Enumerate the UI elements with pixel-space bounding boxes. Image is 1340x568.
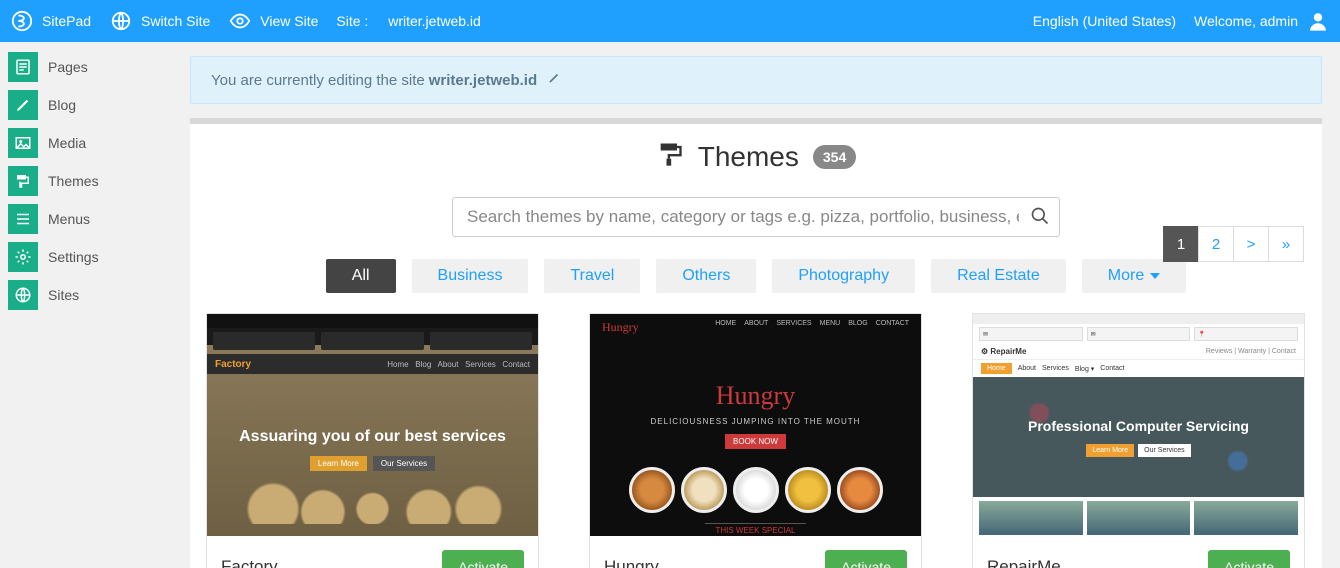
edit-site-icon[interactable] <box>547 71 561 89</box>
themes-icon <box>8 166 38 196</box>
language-selector[interactable]: English (United States) <box>1033 13 1176 29</box>
blog-icon <box>8 90 38 120</box>
notice-site: writer.jetweb.id <box>429 72 537 89</box>
activate-button[interactable]: Activate <box>825 550 907 568</box>
view-site-label: View Site <box>260 13 318 29</box>
theme-name: Hungry <box>604 557 659 568</box>
category-filters: All Business Travel Others Photography R… <box>190 259 1322 293</box>
brand-label: SitePad <box>42 13 91 29</box>
sidebar-label: Sites <box>48 287 79 303</box>
filter-realestate[interactable]: Real Estate <box>931 259 1066 293</box>
brand-link[interactable]: SitePad <box>10 9 91 33</box>
page-2[interactable]: 2 <box>1198 226 1234 262</box>
theme-preview: HungryHOMEABOUTSERVICESMENUBLOGCONTACT H… <box>590 314 921 536</box>
activate-button[interactable]: Activate <box>1208 550 1290 568</box>
sidebar-item-media[interactable]: Media <box>8 128 162 158</box>
media-icon <box>8 128 38 158</box>
sitepad-logo-icon <box>10 9 34 33</box>
topbar: SitePad Switch Site View Site Site : wri… <box>0 0 1340 42</box>
theme-card-hungry[interactable]: HungryHOMEABOUTSERVICESMENUBLOGCONTACT H… <box>589 313 922 568</box>
page-1[interactable]: 1 <box>1163 226 1199 262</box>
filter-more-label: More <box>1108 267 1144 285</box>
sidebar-item-menus[interactable]: Menus <box>8 204 162 234</box>
view-site[interactable]: View Site <box>228 9 318 33</box>
theme-preview: FactoryHome Blog About Services Contact … <box>207 314 538 536</box>
themes-panel: Themes 354 1 2 > » All Business Travel O… <box>190 124 1322 568</box>
theme-card-repairme[interactable]: ✉✉📍 ⚙ RepairMeReviews | Warranty | Conta… <box>972 313 1305 568</box>
sidebar-label: Themes <box>48 173 99 189</box>
settings-icon <box>8 242 38 272</box>
theme-name: RepairMe <box>987 557 1061 568</box>
filter-photography[interactable]: Photography <box>772 259 915 293</box>
switch-site-label: Switch Site <box>141 13 210 29</box>
sidebar-item-blog[interactable]: Blog <box>8 90 162 120</box>
sidebar-label: Pages <box>48 59 88 75</box>
search-icon[interactable] <box>1030 206 1050 231</box>
filter-travel[interactable]: Travel <box>544 259 640 293</box>
sidebar: Pages Blog Media Themes Menus Settings S… <box>0 42 170 328</box>
activate-button[interactable]: Activate <box>442 550 524 568</box>
page-last[interactable]: » <box>1268 226 1304 262</box>
paint-roller-icon <box>656 140 684 173</box>
sidebar-label: Settings <box>48 249 99 265</box>
eye-icon <box>228 9 252 33</box>
globe-icon <box>109 9 133 33</box>
user-menu[interactable]: Welcome, admin <box>1194 9 1330 33</box>
main: You are currently editing the site write… <box>180 42 1332 568</box>
page-title: Themes <box>698 141 799 173</box>
user-icon <box>1306 9 1330 33</box>
theme-name: Factory <box>221 557 278 568</box>
filter-more[interactable]: More <box>1082 259 1186 293</box>
editing-site-notice: You are currently editing the site write… <box>190 56 1322 104</box>
sidebar-item-pages[interactable]: Pages <box>8 52 162 82</box>
menus-icon <box>8 204 38 234</box>
pagination: 1 2 > » <box>1163 226 1304 262</box>
theme-preview: ✉✉📍 ⚙ RepairMeReviews | Warranty | Conta… <box>973 314 1304 536</box>
chevron-down-icon <box>1150 273 1160 279</box>
filter-others[interactable]: Others <box>656 259 756 293</box>
filter-business[interactable]: Business <box>412 259 529 293</box>
theme-card-factory[interactable]: FactoryHome Blog About Services Contact … <box>206 313 539 568</box>
sidebar-item-settings[interactable]: Settings <box>8 242 162 272</box>
sidebar-label: Media <box>48 135 86 151</box>
themes-count-badge: 354 <box>813 145 856 169</box>
page-next[interactable]: > <box>1233 226 1269 262</box>
current-site: Site : writer.jetweb.id <box>336 13 480 29</box>
language-label: English (United States) <box>1033 13 1176 29</box>
sidebar-item-sites[interactable]: Sites <box>8 280 162 310</box>
notice-prefix: You are currently editing the site <box>211 72 425 89</box>
pages-icon <box>8 52 38 82</box>
welcome-label: Welcome, admin <box>1194 13 1298 29</box>
site-label-prefix: Site : <box>336 13 368 29</box>
filter-all[interactable]: All <box>326 259 396 293</box>
sidebar-label: Blog <box>48 97 76 113</box>
sites-icon <box>8 280 38 310</box>
search-input[interactable] <box>452 197 1060 237</box>
sidebar-item-themes[interactable]: Themes <box>8 166 162 196</box>
page-title-row: Themes 354 <box>190 140 1322 173</box>
sidebar-label: Menus <box>48 211 90 227</box>
site-label-value: writer.jetweb.id <box>388 13 481 29</box>
switch-site[interactable]: Switch Site <box>109 9 210 33</box>
theme-cards: FactoryHome Blog About Services Contact … <box>190 293 1322 568</box>
